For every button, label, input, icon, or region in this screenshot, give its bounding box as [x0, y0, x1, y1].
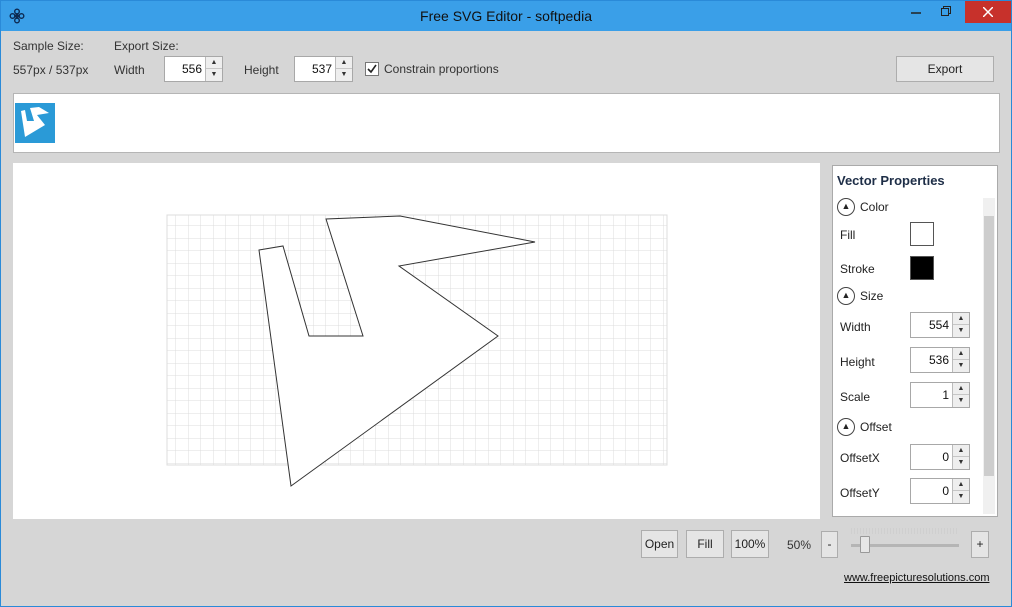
- drawing-canvas[interactable]: [13, 163, 820, 519]
- scale-stepper[interactable]: 1 ▲ ▼: [910, 382, 970, 408]
- fill-label: Fill: [840, 228, 856, 242]
- offsety-arrows[interactable]: ▲ ▼: [952, 479, 969, 503]
- chevron-up-icon[interactable]: ▲: [837, 418, 855, 436]
- increment-icon[interactable]: ▲: [953, 445, 969, 457]
- panel-title: Vector Properties: [837, 173, 945, 188]
- height-label: Height: [840, 355, 875, 369]
- offsety-value[interactable]: 0: [942, 484, 949, 498]
- decrement-icon[interactable]: ▼: [953, 360, 969, 372]
- minimize-button[interactable]: [903, 1, 929, 23]
- height-arrows[interactable]: ▲ ▼: [952, 348, 969, 372]
- fill-color-swatch[interactable]: [910, 222, 934, 246]
- vector-properties-panel: Vector Properties ▲ Color Fill Stroke ▲ …: [832, 165, 998, 517]
- offsetx-value[interactable]: 0: [942, 450, 949, 464]
- color-section-label: Color: [860, 200, 889, 214]
- offsetx-stepper[interactable]: 0 ▲ ▼: [910, 444, 970, 470]
- export-height-label: Height: [244, 63, 279, 77]
- chevron-up-icon[interactable]: ▲: [837, 198, 855, 216]
- restore-icon: [941, 6, 951, 16]
- export-width-stepper[interactable]: 556 ▲ ▼: [164, 56, 223, 82]
- sample-size-label: Sample Size:: [13, 39, 84, 53]
- export-width-label: Width: [114, 63, 145, 77]
- decrement-icon[interactable]: ▼: [206, 69, 222, 81]
- decrement-icon[interactable]: ▼: [953, 491, 969, 503]
- zoom-in-button[interactable]: +: [971, 531, 989, 558]
- app-window: Free SVG Editor - softpedia Sample Size:…: [0, 0, 1012, 607]
- zoom-slider-thumb[interactable]: [860, 536, 870, 553]
- open-button[interactable]: Open: [641, 530, 678, 558]
- export-size-label: Export Size:: [114, 39, 179, 53]
- shape-thumbnail-icon: [21, 107, 49, 137]
- website-link[interactable]: www.freepicturesolutions.com: [844, 572, 990, 584]
- export-height-stepper[interactable]: 537 ▲ ▼: [294, 56, 353, 82]
- fill-button[interactable]: Fill: [686, 530, 724, 558]
- width-stepper[interactable]: 554 ▲ ▼: [910, 312, 970, 338]
- zoom-out-button[interactable]: -: [821, 531, 838, 558]
- thumbnail-strip: [13, 93, 1000, 153]
- increment-icon[interactable]: ▲: [953, 479, 969, 491]
- offsetx-label: OffsetX: [840, 451, 880, 465]
- decrement-icon[interactable]: ▼: [953, 395, 969, 407]
- size-section-label: Size: [860, 289, 884, 303]
- stroke-color-swatch[interactable]: [910, 256, 934, 280]
- increment-icon[interactable]: ▲: [953, 313, 969, 325]
- maximize-button[interactable]: [933, 1, 959, 23]
- sample-size-value: 557px / 537px: [13, 63, 89, 77]
- offsety-label: OffsetY: [840, 486, 880, 500]
- export-width-value[interactable]: 556: [182, 62, 202, 76]
- offset-section-label: Offset: [860, 420, 892, 434]
- offsety-stepper[interactable]: 0 ▲ ▼: [910, 478, 970, 504]
- offsetx-arrows[interactable]: ▲ ▼: [952, 445, 969, 469]
- minimize-icon: [911, 12, 921, 14]
- thumbnail-item[interactable]: [15, 103, 55, 143]
- decrement-icon[interactable]: ▼: [953, 325, 969, 337]
- chevron-up-icon[interactable]: ▲: [837, 287, 855, 305]
- close-icon: [982, 6, 994, 18]
- zoom-level: 50%: [787, 538, 812, 552]
- export-height-value[interactable]: 537: [312, 62, 332, 76]
- panel-scrollbar[interactable]: [983, 198, 995, 514]
- increment-icon[interactable]: ▲: [953, 383, 969, 395]
- window-title: Free SVG Editor - softpedia: [420, 8, 592, 24]
- scrollbar-thumb[interactable]: [984, 216, 994, 476]
- width-value[interactable]: 554: [929, 318, 949, 332]
- close-button[interactable]: [965, 1, 1011, 23]
- increment-icon[interactable]: ▲: [336, 57, 352, 69]
- zoom-100-button[interactable]: 100%: [731, 530, 769, 558]
- width-arrows[interactable]: ▲ ▼: [952, 313, 969, 337]
- decrement-icon[interactable]: ▼: [953, 457, 969, 469]
- increment-icon[interactable]: ▲: [953, 348, 969, 360]
- stroke-label: Stroke: [840, 262, 875, 276]
- export-button[interactable]: Export: [896, 56, 994, 82]
- decrement-icon[interactable]: ▼: [336, 69, 352, 81]
- scale-label: Scale: [840, 390, 871, 404]
- constrain-label[interactable]: Constrain proportions: [384, 62, 499, 76]
- increment-icon[interactable]: ▲: [206, 57, 222, 69]
- width-label: Width: [840, 320, 871, 334]
- constrain-checkbox[interactable]: [365, 62, 379, 76]
- title-bar[interactable]: Free SVG Editor - softpedia: [1, 1, 1011, 31]
- export-width-arrows[interactable]: ▲ ▼: [205, 57, 222, 81]
- checkmark-icon: [367, 64, 377, 74]
- scale-value[interactable]: 1: [942, 388, 949, 402]
- height-value[interactable]: 536: [929, 353, 949, 367]
- canvas-svg[interactable]: [13, 163, 820, 519]
- height-stepper[interactable]: 536 ▲ ▼: [910, 347, 970, 373]
- zoom-slider-ticks: [851, 528, 959, 534]
- export-height-arrows[interactable]: ▲ ▼: [335, 57, 352, 81]
- scale-arrows[interactable]: ▲ ▼: [952, 383, 969, 407]
